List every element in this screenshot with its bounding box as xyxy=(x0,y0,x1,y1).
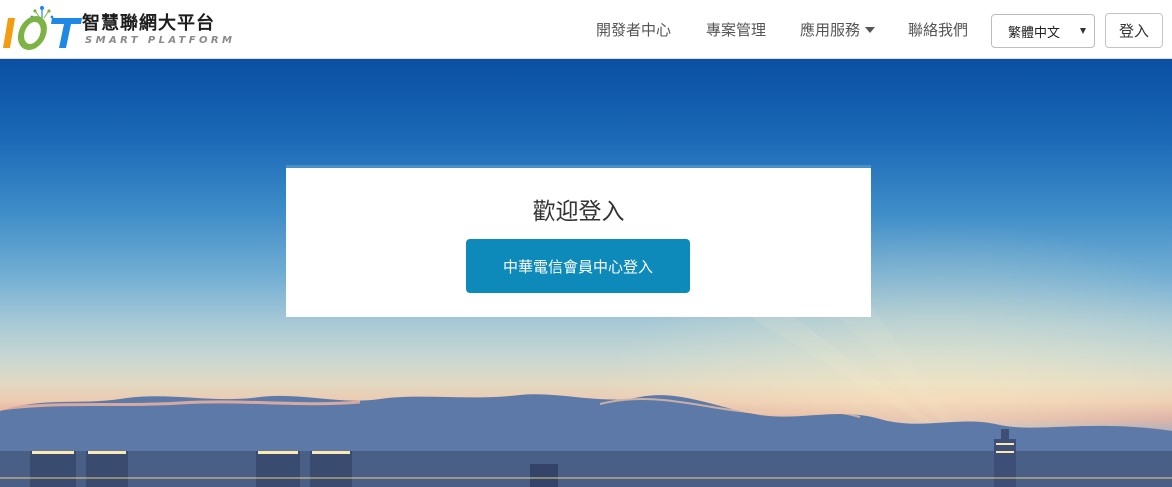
nav-developer-center[interactable]: 開發者中心 xyxy=(596,0,671,59)
brand-title: 智慧聯網大平台 xyxy=(82,13,215,34)
welcome-title: 歡迎登入 xyxy=(532,199,625,225)
brand-logo[interactable]: 智慧聯網大平台 SMART PLATFORM xyxy=(0,0,240,59)
login-button[interactable]: 登入 xyxy=(1105,13,1163,48)
nav-app-services[interactable]: 應用服務 xyxy=(800,0,876,59)
nav-contact-us[interactable]: 聯絡我們 xyxy=(908,0,968,59)
brand-subtitle: SMART PLATFORM xyxy=(85,35,236,46)
top-navbar: 智慧聯網大平台 SMART PLATFORM 開發者中心 專案管理 應用服務 聯… xyxy=(0,0,1172,59)
iot-logo-icon xyxy=(3,6,82,50)
select-arrow-icon xyxy=(1080,28,1086,34)
nav-project-management[interactable]: 專案管理 xyxy=(706,0,766,59)
nav-developer-center-label: 開發者中心 xyxy=(596,21,672,39)
caret-down-icon xyxy=(865,26,876,33)
nav-contact-us-label: 聯絡我們 xyxy=(908,21,969,39)
cht-member-login-button[interactable]: 中華電信會員中心登入 xyxy=(466,239,690,293)
nav-app-services-label: 應用服務 xyxy=(800,21,861,39)
nav-project-management-label: 專案管理 xyxy=(706,21,767,39)
login-card: 歡迎登入 中華電信會員中心登入 xyxy=(286,165,871,317)
language-select[interactable]: 繁體中文 xyxy=(991,14,1095,48)
language-select-value: 繁體中文 xyxy=(1008,25,1061,41)
